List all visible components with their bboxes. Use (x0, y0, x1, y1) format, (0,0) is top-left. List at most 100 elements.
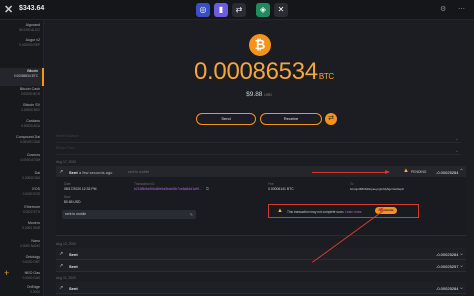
annotation-arrow-head (385, 170, 390, 174)
warning-message: This transaction may not complete soon. … (287, 210, 362, 214)
asset-amount: 0.0022 ETH (22, 210, 40, 214)
date-label: Date (64, 182, 71, 186)
crypto-balance: 0.00086534BTC (194, 58, 374, 86)
chevron-down-icon[interactable]: ⌄ (459, 284, 464, 291)
chevron-down-icon: ⌄ (454, 136, 459, 142)
now-value: $0.65 USD (64, 200, 81, 204)
exodus-ring-icon[interactable]: ◎ (196, 3, 210, 17)
sidebar-item-augur[interactable]: Augur v2 0.000000 REP (0, 37, 44, 55)
asset-name: Cardano (26, 119, 40, 123)
asset-amount: 0.0000 ATOM (20, 158, 40, 162)
asset-name: Nano (31, 239, 40, 243)
transaction-row[interactable]: ↗ Sent -0.00025284 ⌄ (56, 248, 466, 260)
date-value: 08/17/2020 12:33 PM (64, 187, 97, 191)
sidebar-item-compound-dai[interactable]: Compound Dai 0.00000 CDAI (0, 134, 44, 152)
asset-name: NEO Gas (24, 271, 40, 275)
asset-amount: 0.00000 CDAI (19, 140, 40, 144)
tx-time: a few seconds ago (79, 170, 113, 175)
asset-name: OnEdge (26, 285, 40, 289)
date-group-label: Aug 12, 2020 (56, 242, 77, 246)
asset-name: Bitcoin Cash (19, 87, 40, 91)
asset-amount: 0.000000 REP (19, 43, 40, 47)
to-address: bc1qm0l8tr64ltcyauycgtvfdy5gmhet9ep9 (350, 187, 404, 191)
tx-type: Sent (69, 286, 78, 291)
sidebar-item-bitcoin[interactable]: Bitcoin 0.00086534 BTC (0, 68, 44, 86)
transaction-row[interactable]: ↗ Sent -0.00025257 ⌄ (56, 260, 466, 272)
asset-name: Ethereum (24, 205, 40, 209)
tx-type: Sent (69, 252, 78, 257)
settings-icon[interactable]: ⚙ (440, 5, 446, 13)
sidebar-item-monero[interactable]: Monero 0.0000 XMR (0, 220, 44, 238)
date-group-label: Aug 11, 2020 (56, 276, 76, 280)
sidebar-item-eos[interactable]: EOS 0.0000 EOS (0, 186, 44, 204)
sidebar-item-onedge[interactable]: OnEdge 0.0000 (0, 284, 44, 296)
asset-amount: 46.0000 ALGO (18, 28, 40, 32)
transaction-row[interactable]: ↗ Sent -0.00025284 ⌄ (56, 282, 466, 294)
sent-arrow-icon: ↗ (59, 263, 64, 269)
exodus-logo-icon[interactable]: ✕ (4, 4, 16, 16)
note-text: sent to mobile (65, 212, 87, 216)
tx-note: sent to mobile (128, 170, 150, 174)
asset-name: Ontology (25, 255, 40, 259)
fiat-code: USD (264, 93, 272, 97)
asset-amount: 0.0000 GAS (22, 276, 40, 280)
tx-amount: -0.00025284 (436, 286, 459, 291)
tx-status: PENDING (411, 170, 427, 174)
asset-amount: 0.0000 EOS (22, 192, 40, 196)
txid-link[interactable]: b2168b8a06bd6fe6a5bdcf4b7ce8a6dd1a9f... (134, 187, 202, 191)
sent-arrow-icon: ↗ (59, 285, 64, 291)
asset-name: EOS (32, 187, 40, 191)
backup-icon[interactable]: ◈ (256, 3, 270, 17)
chevron-down-icon[interactable]: ⌄ (459, 250, 464, 257)
warning-icon: ▲ (403, 168, 409, 174)
chevron-down-icon[interactable]: ⌄ (459, 262, 464, 269)
balance-amount: 0.00086534 (194, 58, 318, 85)
add-asset-icon[interactable]: + (4, 268, 9, 278)
x-app-icon[interactable]: ✕ (274, 3, 288, 17)
asset-sidebar: Algorand 46.0000 ALGO Augur v2 0.000000 RE… (0, 20, 44, 296)
wallet-balance-row[interactable]: Wallet Balance ⌄ (56, 134, 461, 143)
learn-more-link[interactable]: Learn more. (345, 210, 362, 214)
fiat-amount: $9.88 (246, 91, 263, 98)
sent-arrow-icon: ↗ (59, 169, 64, 175)
chevron-up-icon[interactable]: ⌃ (459, 168, 464, 175)
wallet-main: ₿ 0.00086534BTC $9.88 USD Send Receive ⇄… (44, 20, 474, 296)
send-button[interactable]: Send (196, 113, 256, 125)
asset-amount: 0.0000 XMR (22, 226, 40, 230)
txid-label: Transaction ID (134, 182, 155, 186)
note-field[interactable]: sent to mobile ✎ (62, 210, 196, 219)
chevron-down-icon: ⌄ (454, 148, 459, 154)
warning-text: This transaction may not complete soon. (287, 210, 345, 214)
exchange-icon[interactable]: ⇄ (232, 3, 246, 17)
annotation-arrow-line (312, 172, 387, 173)
receive-button[interactable]: Receive (260, 113, 322, 125)
tx-type: Sent (69, 264, 78, 269)
exchange-button[interactable]: ⇄ (325, 113, 337, 125)
top-bar: ✕ $343.64 ◎ ▮ ⇄ ◈ ✕ ⚙ ⋯ (0, 0, 474, 20)
fee-value: 0.00006141 BTC (268, 187, 294, 191)
to-label: To (350, 182, 354, 186)
balance-unit: BTC (318, 72, 334, 81)
now-label: Now (64, 195, 71, 199)
tx-type: Sent (69, 170, 78, 175)
portfolio-balance: $343.64 (19, 5, 45, 12)
asset-name: Dai (34, 171, 40, 175)
wallet-icon[interactable]: ▮ (214, 3, 228, 17)
asset-name: Monero (27, 221, 40, 225)
asset-name: Bitcoin SV (23, 103, 40, 107)
copy-icon[interactable]: ⧉ (206, 186, 209, 191)
asset-amount: 0.00000 ADA (21, 124, 40, 128)
asset-name: Algorand (25, 23, 40, 27)
more-icon[interactable]: ⋯ (458, 5, 465, 13)
tx-amount: -0.00025257 (436, 264, 459, 269)
row-label: Wallet Balance (56, 134, 79, 138)
asset-name: Cosmos (26, 153, 40, 157)
sidebar-item-cosmos[interactable]: Cosmos 0.0000 ATOM (0, 152, 44, 170)
asset-amount: 0.00000 BSV (21, 108, 40, 112)
warning-icon: ▲ (277, 208, 283, 214)
bitcoin-logo-icon: ₿ (249, 34, 271, 56)
bitcoin-fees-row[interactable]: Bitcoin Fees ⌄ (56, 146, 461, 155)
transaction-details: Date 08/17/2020 12:33 PM Transaction ID … (56, 177, 466, 236)
asset-amount: 0.00000 BCH (20, 92, 40, 96)
edit-icon[interactable]: ✎ (190, 210, 193, 219)
